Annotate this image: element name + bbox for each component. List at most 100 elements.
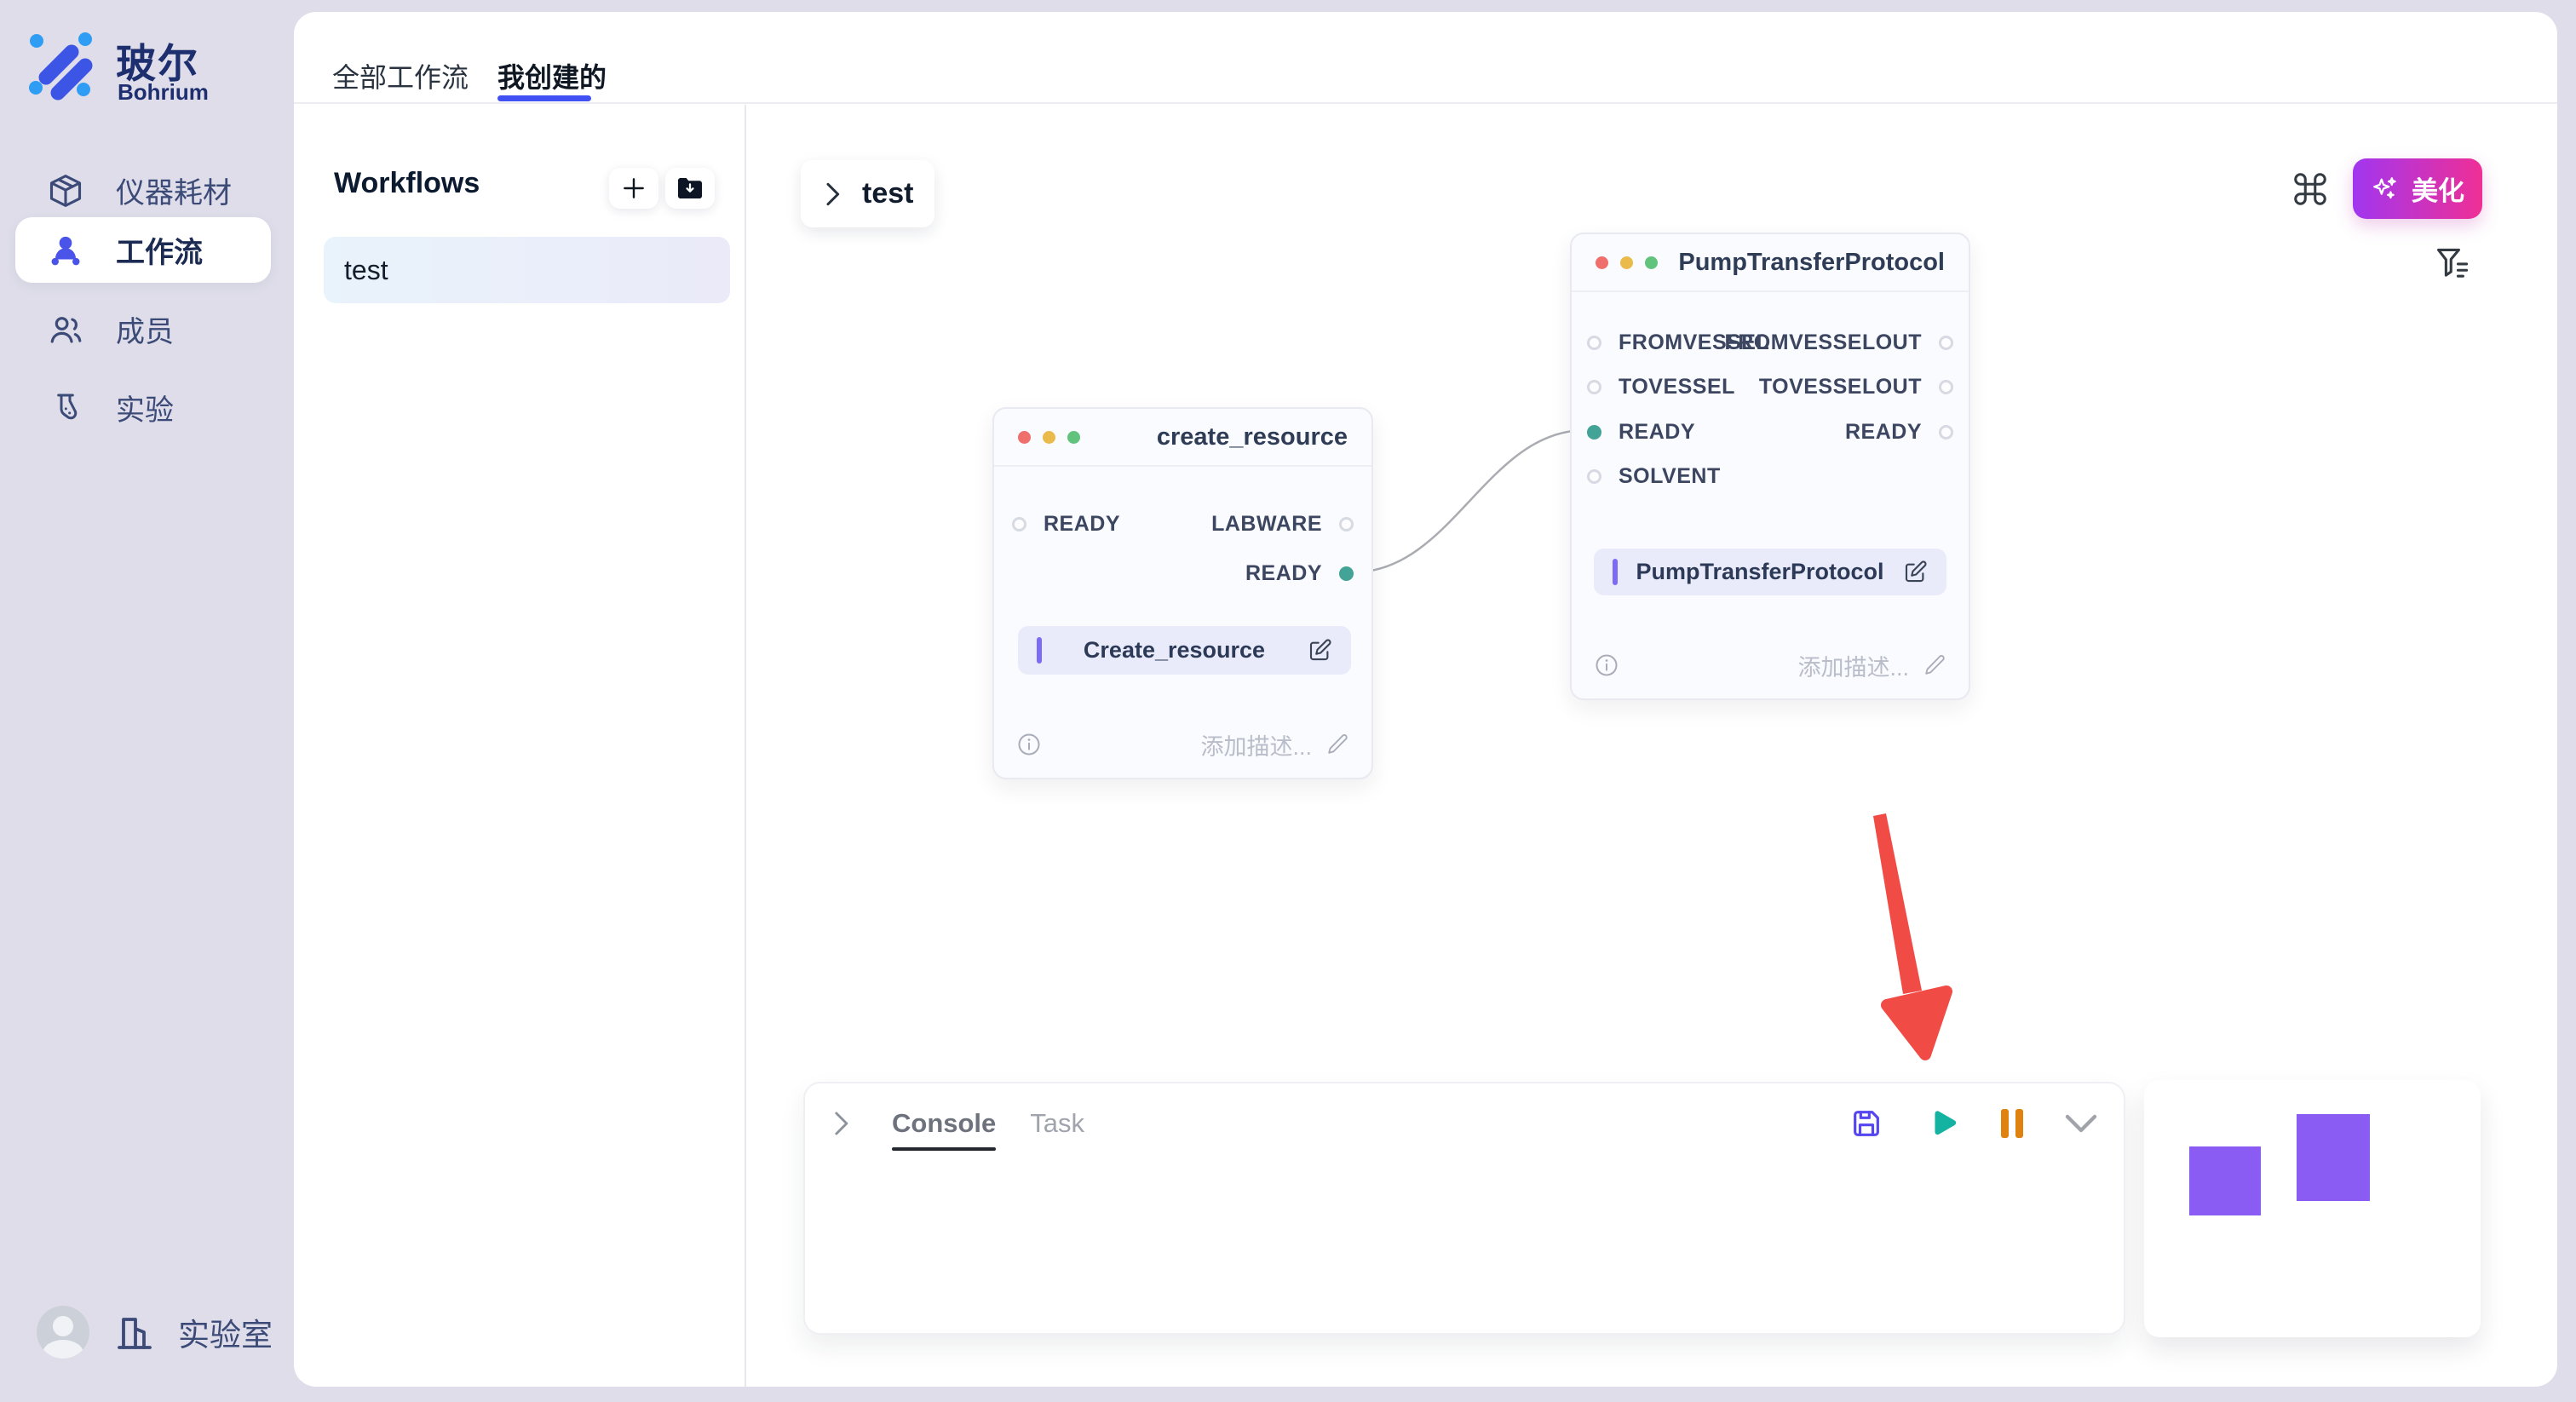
description-placeholder[interactable]: 添加描述... xyxy=(1797,649,1909,682)
logo-subtitle: Bohrium xyxy=(118,79,209,106)
port-circle[interactable] xyxy=(1939,425,1953,440)
green-dot-icon xyxy=(1067,431,1080,444)
sidebar-item-members[interactable]: 成员 xyxy=(15,296,271,362)
port-out-ready[interactable]: READY xyxy=(1245,561,1354,586)
node-pump-transfer-protocol[interactable]: PumpTransferProtocol FROMVESSEL TOVESSEL… xyxy=(1570,233,1970,700)
port-circle[interactable] xyxy=(1587,380,1601,394)
port-in-ready[interactable]: READY xyxy=(1587,420,1695,445)
avatar[interactable] xyxy=(37,1306,89,1359)
minimap[interactable] xyxy=(2144,1080,2481,1337)
tab-console[interactable]: Console xyxy=(892,1108,996,1139)
port-label: FROMVESSELOUT xyxy=(1724,330,1922,355)
port-in-ready[interactable]: READY xyxy=(1012,512,1120,537)
folder-download-icon xyxy=(676,176,704,200)
node-footer: 添加描述... xyxy=(1594,651,1946,680)
red-dot-icon xyxy=(1596,256,1608,269)
info-icon[interactable] xyxy=(1016,732,1042,757)
port-circle-connected[interactable] xyxy=(1587,425,1601,440)
minimap-node xyxy=(2297,1114,2370,1201)
port-out-fromvesselout[interactable]: FROMVESSELOUT xyxy=(1724,330,1953,355)
experiment-icon xyxy=(46,388,85,428)
lab-label: 实验室 xyxy=(178,1309,273,1355)
sidebar-item-workflow[interactable]: 工作流 xyxy=(15,217,271,283)
pause-icon[interactable] xyxy=(2001,1109,2023,1138)
sidebar-item-label: 实验 xyxy=(116,387,174,428)
bohrium-logo-icon xyxy=(26,28,101,101)
port-label: READY xyxy=(1245,561,1322,586)
workflow-list-item-test[interactable]: test xyxy=(324,237,730,303)
port-out-tovesselout[interactable]: TOVESSELOUT xyxy=(1759,375,1953,399)
minimap-node xyxy=(2189,1146,2261,1215)
port-circle[interactable] xyxy=(1939,336,1953,350)
port-out-labware[interactable]: LABWARE xyxy=(1211,512,1354,537)
node-title: PumpTransferProtocol xyxy=(1678,249,1945,277)
node-header: PumpTransferProtocol xyxy=(1572,234,1969,292)
node-action-pill[interactable]: PumpTransferProtocol xyxy=(1594,549,1946,595)
port-circle[interactable] xyxy=(1587,469,1601,484)
node-create-resource[interactable]: create_resource READY LABWARE READY Crea… xyxy=(992,407,1373,779)
chevron-right-icon[interactable] xyxy=(831,1110,851,1137)
tab-created-by-me[interactable]: 我创建的 xyxy=(497,56,607,95)
node-action-pill[interactable]: Create_resource xyxy=(1018,626,1351,675)
sidebar-item-experiments[interactable]: 实验 xyxy=(15,375,271,440)
play-icon[interactable] xyxy=(1924,1106,1960,1141)
port-label: LABWARE xyxy=(1211,512,1322,537)
package-icon xyxy=(46,171,85,210)
breadcrumb-label: test xyxy=(862,177,913,210)
beautify-label: 美化 xyxy=(2412,170,2464,208)
tabbar-divider xyxy=(294,102,2557,104)
import-folder-button[interactable] xyxy=(665,168,715,209)
tab-all-workflows[interactable]: 全部工作流 xyxy=(332,56,469,95)
breadcrumb[interactable]: test xyxy=(801,160,934,227)
red-dot-icon xyxy=(1018,431,1031,444)
port-label: SOLVENT xyxy=(1619,464,1721,489)
filter-icon[interactable] xyxy=(2435,245,2472,281)
sidebar-item-label: 成员 xyxy=(116,308,174,350)
save-icon[interactable] xyxy=(1849,1106,1883,1141)
workflow-icon xyxy=(46,231,85,270)
pill-label: Create_resource xyxy=(1042,637,1307,664)
sidebar: 玻尔 Bohrium 仪器耗材 工作流 xyxy=(0,0,294,1402)
beautify-button[interactable]: 美化 xyxy=(2353,158,2482,219)
port-circle[interactable] xyxy=(1339,517,1354,531)
port-circle[interactable] xyxy=(1939,380,1953,394)
sidebar-item-label: 工作流 xyxy=(116,229,203,271)
pencil-icon[interactable] xyxy=(1325,733,1349,756)
edit-icon[interactable] xyxy=(1902,560,1928,585)
sidebar-item-instruments[interactable]: 仪器耗材 xyxy=(15,158,271,223)
plus-icon xyxy=(620,175,647,202)
port-label: READY xyxy=(1845,420,1922,445)
chevron-down-icon[interactable] xyxy=(2064,1112,2098,1135)
console-panel: Console Task xyxy=(803,1082,2125,1335)
yellow-dot-icon xyxy=(1043,431,1055,444)
members-icon xyxy=(46,310,85,349)
port-circle[interactable] xyxy=(1587,336,1601,350)
pencil-icon[interactable] xyxy=(1923,653,1946,677)
add-workflow-button[interactable] xyxy=(609,168,658,209)
edit-icon[interactable] xyxy=(1307,638,1332,664)
port-circle[interactable] xyxy=(1012,517,1026,531)
active-console-tab-underline xyxy=(892,1147,996,1151)
pill-label: PumpTransferProtocol xyxy=(1618,559,1902,585)
user-area[interactable]: 实验室 xyxy=(37,1306,273,1359)
port-in-tovessel[interactable]: TOVESSEL xyxy=(1587,375,1735,399)
workflows-title: Workflows xyxy=(334,167,480,200)
port-label: READY xyxy=(1619,420,1695,445)
port-out-ready[interactable]: READY xyxy=(1845,420,1953,445)
description-placeholder[interactable]: 添加描述... xyxy=(1200,728,1312,761)
panel-divider xyxy=(745,105,746,1387)
port-circle-connected[interactable] xyxy=(1339,566,1354,581)
node-footer: 添加描述... xyxy=(1016,730,1349,759)
building-icon xyxy=(113,1313,154,1352)
green-dot-icon xyxy=(1645,256,1658,269)
command-icon[interactable] xyxy=(2291,170,2330,209)
port-label: TOVESSEL xyxy=(1619,375,1735,399)
port-in-solvent[interactable]: SOLVENT xyxy=(1587,464,1721,489)
info-icon[interactable] xyxy=(1594,652,1619,678)
sparkles-icon xyxy=(2371,175,2400,204)
workflow-item-label: test xyxy=(344,255,388,286)
port-label: TOVESSELOUT xyxy=(1759,375,1922,399)
tab-task[interactable]: Task xyxy=(1030,1108,1084,1139)
sidebar-item-label: 仪器耗材 xyxy=(116,170,232,211)
node-header: create_resource xyxy=(994,409,1371,467)
